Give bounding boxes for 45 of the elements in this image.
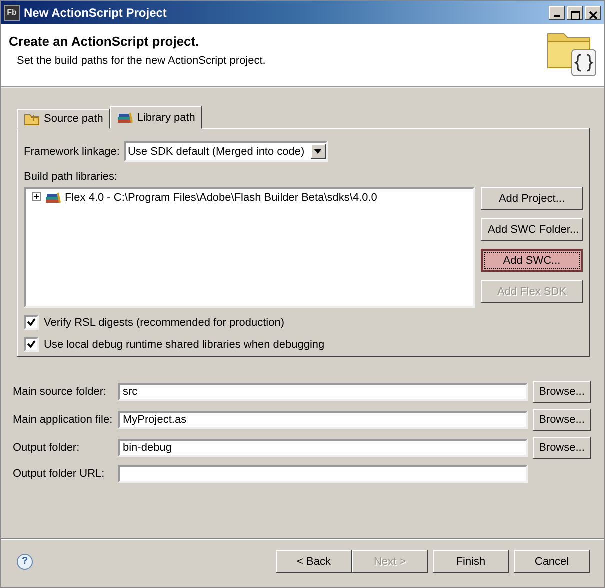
checkmark-icon (27, 318, 36, 327)
field-label: Main source folder: (13, 386, 108, 398)
wizard-button[interactable]: Finish (433, 550, 509, 573)
framework-linkage-dropdown[interactable]: Use SDK default (Merged into code) (124, 141, 328, 162)
page-description: Set the build paths for the new ActionScript project. (17, 55, 266, 67)
minimize-button[interactable] (549, 6, 565, 20)
field-label: Output folder: (13, 442, 81, 454)
checkmark-icon (27, 340, 36, 349)
text-field[interactable]: src (118, 383, 528, 401)
books-icon (117, 110, 134, 124)
wizard-button[interactable]: Cancel (514, 550, 590, 573)
browse-button[interactable]: Browse... (533, 437, 591, 459)
field-label: Output folder URL: (13, 468, 106, 480)
text-field[interactable] (118, 465, 528, 483)
framework-linkage-label: Framework linkage: (24, 146, 120, 158)
text-field[interactable]: MyProject.as (118, 411, 528, 429)
text-field[interactable]: bin-debug (118, 439, 528, 457)
field-label: Main application file: (13, 414, 113, 426)
wizard-button[interactable]: < Back (276, 550, 352, 573)
checkbox-label: Verify RSL digests (recommended for production) (44, 316, 284, 328)
close-icon (588, 11, 598, 20)
books-icon (45, 191, 61, 205)
page-title: Create an ActionScript project. (9, 34, 200, 49)
checkbox[interactable] (24, 315, 39, 330)
close-button[interactable] (585, 6, 601, 20)
maximize-icon (570, 11, 580, 20)
minimize-icon (554, 14, 560, 16)
checkbox-label: Use local debug runtime shared libraries when debugging (44, 338, 325, 350)
library-button[interactable]: Add SWC Folder... (481, 218, 583, 241)
folder-icon (24, 112, 40, 126)
library-button[interactable]: Add Project... (481, 187, 583, 210)
window-title: New ActionScript Project (24, 6, 168, 20)
tab[interactable]: Source path (17, 109, 110, 129)
browse-button[interactable]: Browse... (533, 409, 591, 431)
app-logo-icon: Fb (4, 4, 20, 20)
browse-button[interactable]: Browse... (533, 381, 591, 403)
dropdown-arrow-icon (314, 149, 322, 154)
checkbox[interactable] (24, 337, 39, 352)
maximize-button[interactable] (567, 6, 583, 20)
build-path-label: Build path libraries: (24, 171, 119, 183)
library-item[interactable]: Flex 4.0 - C:\Program Files\Adobe\Flash Builder Beta\sdks\4.0.0 (65, 192, 378, 204)
library-button[interactable]: Add SWC... (481, 249, 583, 272)
expand-icon (32, 192, 41, 201)
help-icon[interactable]: ? (17, 554, 33, 570)
tab[interactable]: Library path (110, 106, 202, 129)
